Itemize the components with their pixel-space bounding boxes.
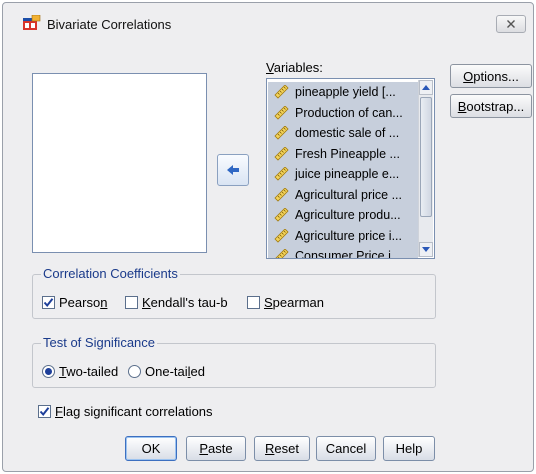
one-tailed-label: One-tailed bbox=[145, 364, 205, 379]
scale-ruler-icon bbox=[274, 126, 289, 140]
variables-label-text: ariables: bbox=[273, 60, 323, 75]
help-button[interactable]: Help bbox=[383, 436, 435, 461]
scroll-thumb[interactable] bbox=[420, 97, 432, 217]
paste-button[interactable]: Paste bbox=[186, 436, 246, 461]
spearman-checkbox[interactable]: Spearman bbox=[247, 295, 324, 310]
correlation-coefficients-legend: Correlation Coefficients bbox=[41, 266, 180, 281]
scale-ruler-icon bbox=[274, 187, 289, 202]
scale-ruler-icon bbox=[274, 105, 289, 120]
bootstrap-button[interactable]: Bootstrap... bbox=[450, 94, 532, 118]
triangle-up-icon bbox=[422, 85, 430, 90]
reset-button[interactable]: Reset bbox=[254, 436, 310, 461]
cancel-button[interactable]: Cancel bbox=[316, 436, 376, 461]
bivariate-correlations-dialog: Bivariate Correlations Variables: pineap… bbox=[2, 2, 534, 472]
bootstrap-label: ootstrap... bbox=[466, 98, 525, 114]
options-label: ptions... bbox=[473, 68, 519, 84]
two-tailed-radio[interactable]: Two-tailed bbox=[42, 364, 118, 379]
variables-mnemonic: V bbox=[266, 60, 274, 75]
one-tailed-radio[interactable]: One-tailed bbox=[128, 364, 205, 379]
one-tailed-radio-button[interactable] bbox=[128, 365, 141, 378]
kendall-checkbox[interactable]: Kendall's tau-b bbox=[125, 295, 228, 310]
pearson-checkbox[interactable]: Pearson bbox=[42, 295, 107, 310]
bootstrap-mnemonic: B bbox=[457, 98, 467, 114]
close-icon bbox=[507, 20, 515, 28]
variable-list-item[interactable]: domestic sale of ... bbox=[268, 123, 418, 144]
scale-ruler-icon bbox=[275, 249, 289, 258]
variable-name: pineapple yield [... bbox=[295, 85, 396, 100]
dialog-title: Bivariate Correlations bbox=[47, 17, 172, 32]
move-variable-button[interactable] bbox=[217, 154, 249, 186]
flag-check-box[interactable] bbox=[38, 405, 51, 418]
scroll-up-button[interactable] bbox=[419, 80, 433, 95]
spearman-check-box[interactable] bbox=[247, 296, 260, 309]
variable-name: Fresh Pineapple ... bbox=[295, 146, 400, 161]
scale-ruler-icon bbox=[274, 208, 289, 222]
reset-label: eset bbox=[274, 441, 299, 456]
spearman-label: Spearman bbox=[264, 295, 324, 310]
variable-name: Agriculture produ... bbox=[295, 208, 401, 223]
variable-list-item[interactable]: Agricultural price ... bbox=[268, 184, 418, 205]
scroll-down-button[interactable] bbox=[419, 242, 433, 257]
scale-ruler-icon bbox=[274, 85, 289, 99]
variables-scrollbar[interactable] bbox=[418, 80, 433, 257]
checkmark-icon bbox=[39, 407, 50, 417]
ok-button[interactable]: OK bbox=[125, 436, 177, 461]
variable-name: Agriculture price i... bbox=[295, 228, 402, 243]
test-of-significance-legend: Test of Significance bbox=[41, 335, 158, 350]
pearson-check-box[interactable] bbox=[42, 296, 55, 309]
scale-ruler-icon bbox=[274, 228, 289, 243]
reset-mnemonic: R bbox=[265, 441, 275, 456]
variable-list-item[interactable]: Production of can... bbox=[268, 102, 418, 123]
flag-significant-checkbox[interactable]: Flag significant correlations bbox=[38, 404, 213, 419]
bivariate-correlations-icon bbox=[23, 15, 41, 30]
variable-name: juice pineapple e... bbox=[295, 167, 400, 182]
scale-ruler-icon bbox=[274, 146, 289, 161]
kendall-check-box[interactable] bbox=[125, 296, 138, 309]
variable-list-item[interactable]: Agriculture price i... bbox=[268, 225, 418, 246]
variables-items: pineapple yield [... Production of can...… bbox=[268, 82, 418, 259]
variable-name: Agricultural price ... bbox=[295, 187, 402, 202]
variable-list-item[interactable]: Agriculture produ... bbox=[268, 205, 418, 226]
triangle-down-icon bbox=[422, 247, 430, 252]
options-button[interactable]: Options... bbox=[450, 64, 532, 88]
variables-label: Variables: bbox=[266, 60, 323, 75]
close-button[interactable] bbox=[496, 15, 526, 33]
source-variable-list[interactable] bbox=[32, 73, 207, 253]
options-mnemonic: O bbox=[463, 68, 474, 84]
radio-selected-dot bbox=[45, 368, 52, 375]
arrow-left-icon bbox=[227, 165, 239, 175]
pearson-label: Pearson bbox=[59, 295, 108, 310]
variables-list[interactable]: pineapple yield [... Production of can...… bbox=[266, 78, 435, 259]
test-of-significance-group: Test of Significance Two-tailed One-tail… bbox=[32, 335, 436, 388]
variable-name: Consumer Price i... bbox=[295, 249, 402, 259]
variable-name: Production of can... bbox=[295, 105, 403, 120]
paste-mnemonic: P bbox=[199, 441, 209, 456]
variable-list-item[interactable]: Fresh Pineapple ... bbox=[268, 143, 418, 164]
flag-significant-label: Flag significant correlations bbox=[55, 404, 213, 419]
title-bar: Bivariate Correlations bbox=[3, 3, 533, 37]
correlation-coefficients-group: Correlation Coefficients Pearson Kendall… bbox=[32, 266, 436, 319]
variable-name: domestic sale of ... bbox=[295, 126, 400, 141]
kendall-label: Kendall's tau-b bbox=[142, 295, 228, 310]
variable-list-item[interactable]: juice pineapple e... bbox=[268, 164, 418, 185]
two-tailed-label: Two-tailed bbox=[59, 364, 119, 379]
variable-list-item[interactable]: Consumer Price i... bbox=[268, 246, 418, 259]
paste-label: aste bbox=[208, 441, 233, 456]
two-tailed-radio-button[interactable] bbox=[42, 365, 55, 378]
scale-ruler-icon bbox=[274, 167, 289, 181]
variable-list-item[interactable]: pineapple yield [... bbox=[268, 82, 418, 103]
checkmark-icon bbox=[43, 298, 54, 308]
